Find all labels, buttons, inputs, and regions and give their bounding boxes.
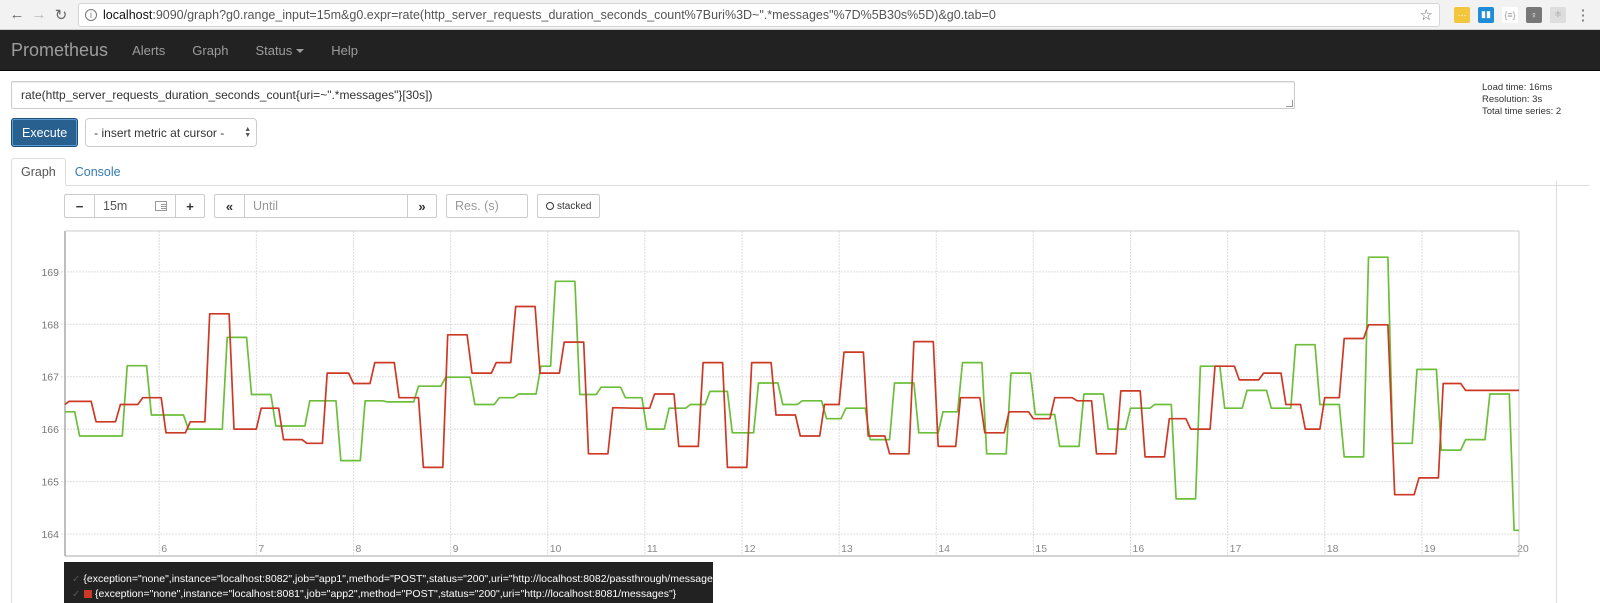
nav-help[interactable]: Help — [331, 43, 358, 58]
total-series: Total time series: 2 — [1482, 106, 1562, 117]
x-tick-label: 10 — [550, 543, 562, 555]
range-value: 15m — [103, 199, 128, 213]
back-arrow-icon[interactable]: ← — [6, 6, 28, 23]
query-stats: Load time: 16ms Resolution: 3s Total tim… — [1482, 82, 1561, 118]
y-tick-label: 168 — [41, 319, 59, 331]
top-navbar: Prometheus Alerts Graph Status Help — [0, 30, 1600, 71]
json-ext-icon[interactable]: {≡} — [1502, 6, 1518, 23]
address-bar[interactable]: i localhost:9090/graph?g0.range_input=15… — [78, 2, 1440, 27]
legend-swatch — [84, 590, 92, 598]
check-icon: ✓ — [72, 573, 81, 585]
graph-controls: − 15m + « Until » Res. (s) stacked — [64, 194, 601, 218]
x-tick-label: 8 — [355, 543, 361, 555]
x-tick-label: 14 — [938, 543, 950, 555]
x-tick-label: 16 — [1132, 543, 1144, 555]
resolution: Resolution: 3s — [1482, 94, 1543, 105]
trello-ext-icon[interactable]: ▮▮ — [1478, 6, 1494, 23]
legend-item[interactable]: ✓ {exception="none",instance="localhost:8… — [72, 588, 713, 600]
legend-item[interactable]: ✓ {exception="none",instance="localhost:8… — [72, 573, 713, 585]
range-picker-icon[interactable] — [155, 201, 167, 211]
x-tick-label: 15 — [1035, 543, 1047, 555]
browser-toolbar: ← → ↻ i localhost:9090/graph?g0.range_in… — [0, 0, 1600, 30]
series-line — [64, 305, 1519, 496]
nav-status[interactable]: Status — [255, 42, 305, 58]
nav-status-label: Status — [255, 42, 293, 58]
resolution-placeholder: Res. (s) — [455, 199, 499, 213]
x-tick-label: 11 — [647, 543, 658, 555]
resize-handle-icon[interactable] — [1286, 100, 1293, 107]
info-icon[interactable]: i — [85, 8, 97, 21]
radio-circle-icon — [546, 202, 554, 210]
lightbulb-ext-icon[interactable]: ♀ — [1526, 6, 1542, 23]
metric-select-value: - insert metric at cursor - — [94, 125, 225, 140]
range-input[interactable]: 15m — [94, 195, 175, 217]
x-tick-label: 17 — [1230, 543, 1242, 555]
series-line — [65, 256, 1519, 532]
forward-arrow-icon[interactable]: → — [28, 6, 50, 23]
graph-chart[interactable]: 164 165 166 167 168 169 6 7 8 9 10 11 12 13 14 15 16 17 18… — [0, 220, 1600, 570]
url-path: :9090/graph?g0.range_input=15m&g0.expr=r… — [152, 7, 996, 22]
keepass-ext-icon[interactable]: ··· — [1454, 6, 1470, 23]
legend-label: {exception="none",instance="localhost:80… — [95, 588, 677, 600]
stacked-toggle-button[interactable]: stacked — [537, 194, 601, 218]
x-tick-label: 13 — [841, 543, 853, 555]
range-group: − 15m + — [64, 194, 205, 218]
stacked-label: stacked — [557, 200, 592, 212]
time-back-button[interactable]: « — [215, 195, 244, 217]
select-arrows-icon: ▲ ▼ — [244, 126, 252, 139]
nav-graph[interactable]: Graph — [192, 43, 228, 58]
y-tick-label: 167 — [41, 372, 59, 384]
x-tick-label: 18 — [1327, 543, 1339, 555]
x-tick-label: 7 — [258, 543, 264, 555]
load-time: Load time: 16ms — [1482, 82, 1553, 93]
y-tick-label: 164 — [41, 529, 59, 541]
bookmark-star-icon[interactable]: ☆ — [1420, 6, 1433, 24]
expression-input[interactable]: rate(http_server_requests_duration_secon… — [11, 81, 1295, 109]
extensions-area: ··· ▮▮ {≡} ♀ ⚛ — [1446, 6, 1566, 23]
until-input[interactable]: Until — [244, 195, 407, 217]
caret-down-icon — [296, 49, 305, 54]
x-tick-label: 12 — [744, 543, 756, 555]
url-host: localhost — [103, 7, 153, 22]
react-ext-icon[interactable]: ⚛ — [1550, 6, 1566, 23]
reload-icon[interactable]: ↻ — [50, 6, 72, 24]
menu-dots-icon[interactable]: ⋮ — [1572, 6, 1594, 24]
range-increase-button[interactable]: + — [175, 195, 204, 217]
legend-label: {exception="none",instance="localhost:80… — [83, 573, 713, 585]
range-decrease-button[interactable]: − — [65, 195, 94, 217]
y-tick-label: 165 — [41, 477, 59, 489]
check-icon: ✓ — [72, 588, 81, 600]
y-tick-label: 166 — [41, 424, 59, 436]
time-forward-button[interactable]: » — [407, 195, 436, 217]
end-time-group: « Until » — [214, 194, 437, 218]
nav-alerts[interactable]: Alerts — [132, 43, 165, 58]
until-placeholder: Until — [253, 199, 279, 213]
resolution-input[interactable]: Res. (s) — [446, 194, 528, 218]
insert-metric-select[interactable]: - insert metric at cursor - ▲ ▼ — [85, 118, 258, 147]
graph-legend: ✓ {exception="none",instance="localhost:8… — [64, 562, 713, 603]
brand-logo[interactable]: Prometheus — [11, 40, 108, 61]
y-tick-label: 169 — [41, 267, 59, 279]
execute-button[interactable]: Execute — [11, 118, 79, 147]
expression-text: rate(http_server_requests_duration_secon… — [21, 88, 433, 102]
x-tick-label: 9 — [453, 543, 459, 555]
x-tick-label: 19 — [1424, 543, 1436, 555]
x-tick-label: 6 — [161, 543, 167, 555]
